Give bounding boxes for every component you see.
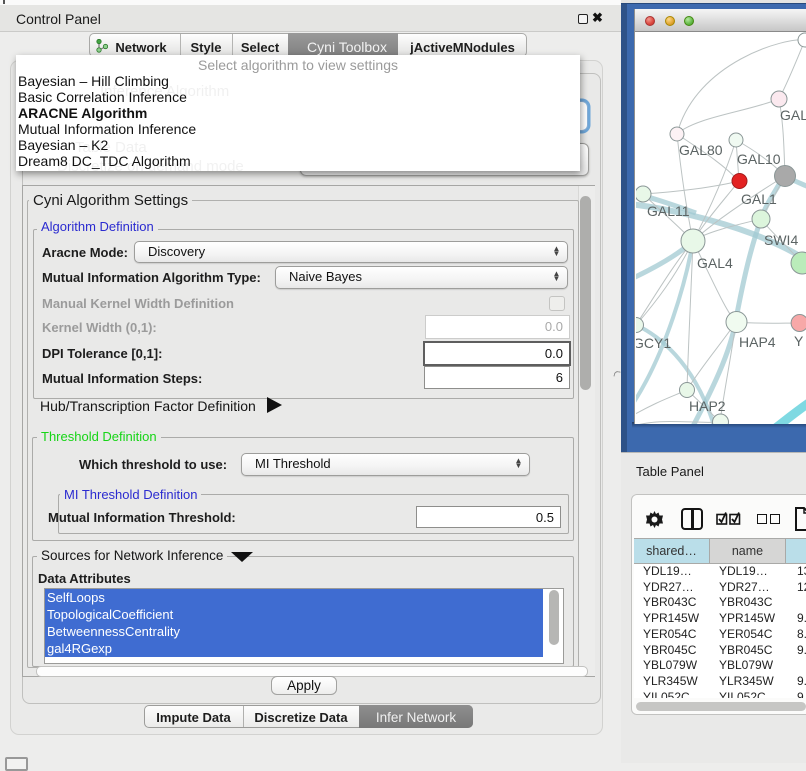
svg-text:GAL80: GAL80 [679,142,723,158]
svg-text:GAL: GAL [780,107,806,123]
svg-text:SWI4: SWI4 [764,232,798,248]
svg-text:HAP4: HAP4 [739,334,776,350]
svg-text:GCY1: GCY1 [636,335,671,351]
svg-text:GAL11: GAL11 [647,203,690,219]
svg-text:GAL1: GAL1 [741,191,777,207]
svg-text:Y: Y [794,333,804,349]
svg-text:GAL10: GAL10 [737,151,781,167]
svg-text:GAL4: GAL4 [697,255,733,271]
svg-text:HAP2: HAP2 [689,398,726,414]
